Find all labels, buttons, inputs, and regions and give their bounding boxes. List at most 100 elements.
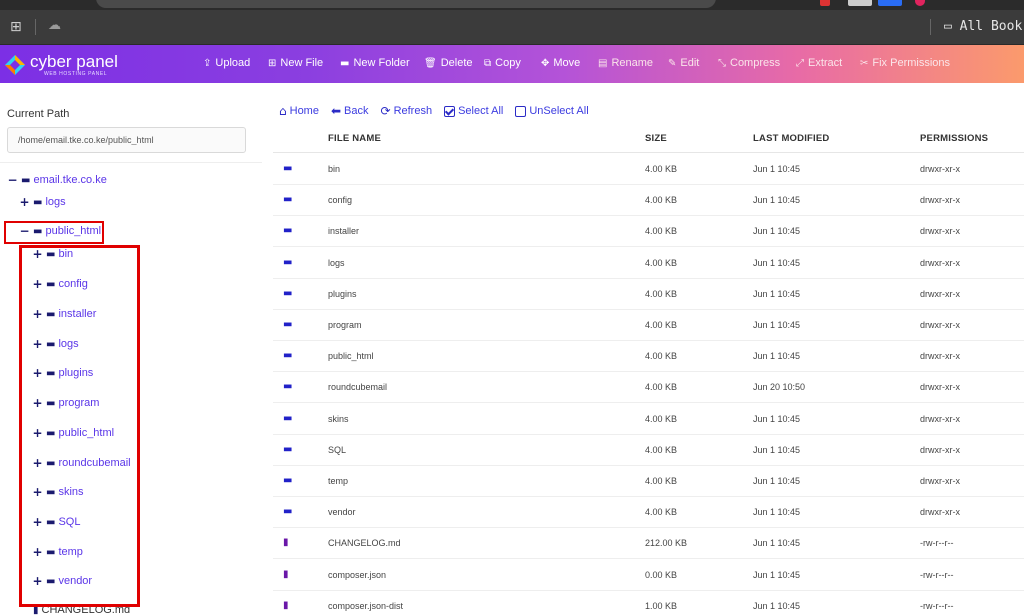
permissions-cell: drwxr-xr-x xyxy=(920,351,960,362)
expand-icon[interactable]: + xyxy=(19,195,30,209)
file-size-cell: 4.00 KB xyxy=(645,195,678,206)
last-modified-cell: Jun 1 10:45 xyxy=(753,413,801,424)
apps-grid-icon[interactable]: ⊞ xyxy=(10,19,22,35)
file-size-cell: 4.00 KB xyxy=(645,476,678,486)
collapse-icon[interactable]: − xyxy=(7,173,18,187)
upload-icon: ⇪ xyxy=(203,57,212,69)
table-row[interactable]: ▬ program 4.00 KB Jun 1 10:45 drwxr-xr-x xyxy=(273,310,1024,341)
last-modified-cell: Jun 1 10:45 xyxy=(753,288,801,299)
table-row[interactable]: ▬ plugins 4.00 KB Jun 1 10:45 drwxr-xr-x xyxy=(273,279,1024,310)
col-header-name[interactable]: FILE NAME xyxy=(328,133,381,144)
folder-icon: ▬ xyxy=(283,381,293,393)
table-row[interactable]: ▬ public_html 4.00 KB Jun 1 10:45 drwxr-xr-x xyxy=(273,341,1024,373)
logo[interactable]: cyber panel WEB HOSTING PANEL xyxy=(4,52,124,78)
new-file-button[interactable]: ⊞ New File xyxy=(268,57,323,69)
table-row[interactable]: ▬ vendor 4.00 KB Jun 1 10:45 drwxr-xr-x xyxy=(273,497,1024,529)
checkbox-checked-icon xyxy=(444,105,456,117)
file-size-cell: 4.00 KB xyxy=(645,351,678,362)
last-modified-cell: Jun 1 10:45 xyxy=(753,351,801,362)
folder-icon: ▬ xyxy=(283,475,293,486)
back-label: Back xyxy=(344,105,369,117)
extension-icon[interactable] xyxy=(878,0,902,6)
table-row[interactable]: ▬ skins 4.00 KB Jun 1 10:45 drwxr-xr-x xyxy=(273,404,1024,435)
table-row[interactable]: ▬ logs 4.00 KB Jun 1 10:45 drwxr-xr-x xyxy=(273,248,1024,279)
file-browser: ⌂ Home ⬅ Back ⟳ Refresh Select All UnSelect… xyxy=(273,83,1024,615)
new-folder-icon: ▬ xyxy=(340,57,350,69)
cyberpanel-logo-icon xyxy=(5,55,25,75)
last-modified-cell: Jun 1 10:45 xyxy=(753,569,801,580)
last-modified-cell: Jun 1 10:45 xyxy=(753,600,801,611)
file-name-cell: installer xyxy=(328,226,360,237)
permissions-cell: drwxr-xr-x xyxy=(920,195,960,206)
table-header: FILE NAME SIZE LAST MODIFIED PERMISSIONS xyxy=(273,125,1024,153)
unselect-all-button[interactable]: UnSelect All xyxy=(515,105,589,117)
current-path-input[interactable] xyxy=(7,127,246,153)
table-row[interactable]: ▮ composer.json 0.00 KB Jun 1 10:45 -rw-r--r… xyxy=(273,560,1024,591)
extract-button[interactable]: ⤢ Extract xyxy=(796,57,842,69)
table-row[interactable]: ▬ roundcubemail 4.00 KB Jun 20 10:50 drwxr-x… xyxy=(273,372,1024,404)
home-label: Home xyxy=(289,105,319,117)
move-button[interactable]: ✥ Move xyxy=(541,57,580,69)
rename-label: Rename xyxy=(611,57,654,69)
file-icon: ▮ xyxy=(283,568,289,580)
table-row[interactable]: ▬ temp 4.00 KB Jun 1 10:45 drwxr-xr-x xyxy=(273,466,1024,497)
file-size-cell: 4.00 KB xyxy=(645,413,678,424)
rename-button[interactable]: ▤ Rename xyxy=(598,57,653,69)
move-label: Move xyxy=(553,57,581,69)
file-icon: ▮ xyxy=(283,537,289,549)
nav-toolbar: ⌂ Home ⬅ Back ⟳ Refresh Select All UnSelect… xyxy=(279,103,589,119)
folder-icon: ▬ xyxy=(283,443,293,455)
last-modified-cell: Jun 20 10:50 xyxy=(753,382,806,393)
extension-icon[interactable] xyxy=(820,0,830,6)
permissions-cell: drwxr-xr-x xyxy=(920,382,960,393)
copy-button[interactable]: ⧉ Copy xyxy=(484,57,521,69)
tree-node-root[interactable]: − ▬ email.tke.co.ke xyxy=(7,173,106,187)
new-folder-button[interactable]: ▬ New Folder xyxy=(340,57,410,69)
permissions-cell: drwxr-xr-x xyxy=(920,476,960,486)
file-name-cell: skins xyxy=(328,413,349,424)
home-button[interactable]: ⌂ Home xyxy=(279,104,319,118)
table-row[interactable]: ▬ config 4.00 KB Jun 1 10:45 drwxr-xr-x xyxy=(273,185,1024,217)
fix-permissions-button[interactable]: ✂ Fix Permissions xyxy=(860,57,950,69)
permissions-cell: drwxr-xr-x xyxy=(920,288,960,299)
table-row[interactable]: ▮ CHANGELOG.md 212.00 KB Jun 1 10:45 -rw-r--… xyxy=(273,528,1024,560)
col-header-modified[interactable]: LAST MODIFIED xyxy=(753,133,830,144)
extension-icon[interactable] xyxy=(915,0,925,6)
bookmarks-bar: ⊞ ☁ ▭ All Book xyxy=(0,10,1024,45)
table-row[interactable]: ▮ composer.json-dist 1.00 KB Jun 1 10:45 -rw… xyxy=(273,591,1024,615)
all-bookmarks-button[interactable]: ▭ All Book xyxy=(944,19,1022,34)
table-row[interactable]: ▬ installer 4.00 KB Jun 1 10:45 drwxr-xr-x xyxy=(273,216,1024,248)
table-row[interactable]: ▬ bin 4.00 KB Jun 1 10:45 drwxr-xr-x xyxy=(273,154,1024,185)
rename-icon: ▤ xyxy=(598,57,608,69)
edit-button[interactable]: ✎ Edit xyxy=(668,57,699,69)
compress-button[interactable]: ⤡ Compress xyxy=(718,57,780,69)
new-file-label: New File xyxy=(280,57,324,69)
file-size-cell: 4.00 KB xyxy=(645,257,678,268)
file-name-cell: composer.json xyxy=(328,569,387,580)
folder-icon: ▬ xyxy=(283,194,293,206)
bookmark-favicon-icon[interactable]: ☁ xyxy=(48,18,61,33)
file-name-cell: composer.json-dist xyxy=(328,600,404,611)
edit-label: Edit xyxy=(680,57,700,69)
delete-button[interactable]: 🗑 Delete xyxy=(424,57,473,69)
col-header-permissions[interactable]: PERMISSIONS xyxy=(920,133,988,144)
extension-icon[interactable] xyxy=(848,0,872,6)
permissions-cell: -rw-r--r-- xyxy=(920,569,954,580)
arrow-left-icon: ⬅ xyxy=(330,104,342,118)
fix-permissions-label: Fix Permissions xyxy=(872,57,951,69)
last-modified-cell: Jun 1 10:45 xyxy=(753,538,801,549)
address-bar[interactable] xyxy=(96,0,716,8)
upload-button[interactable]: ⇪ Upload xyxy=(203,57,250,69)
file-size-cell: 212.00 KB xyxy=(645,538,688,549)
tree-node-logs[interactable]: + ▬ logs xyxy=(19,195,65,209)
last-modified-cell: Jun 1 10:45 xyxy=(753,195,801,206)
select-all-button[interactable]: Select All xyxy=(444,105,503,117)
refresh-button[interactable]: ⟳ Refresh xyxy=(381,104,433,118)
folder-icon: ▬ xyxy=(283,287,293,299)
col-header-size[interactable]: SIZE xyxy=(645,133,667,144)
table-row[interactable]: ▬ SQL 4.00 KB Jun 1 10:45 drwxr-xr-x xyxy=(273,435,1024,466)
new-file-icon: ⊞ xyxy=(268,57,277,69)
file-size-cell: 0.00 KB xyxy=(645,569,678,580)
permissions-cell: drwxr-xr-x xyxy=(920,320,960,330)
back-button[interactable]: ⬅ Back xyxy=(331,104,369,118)
